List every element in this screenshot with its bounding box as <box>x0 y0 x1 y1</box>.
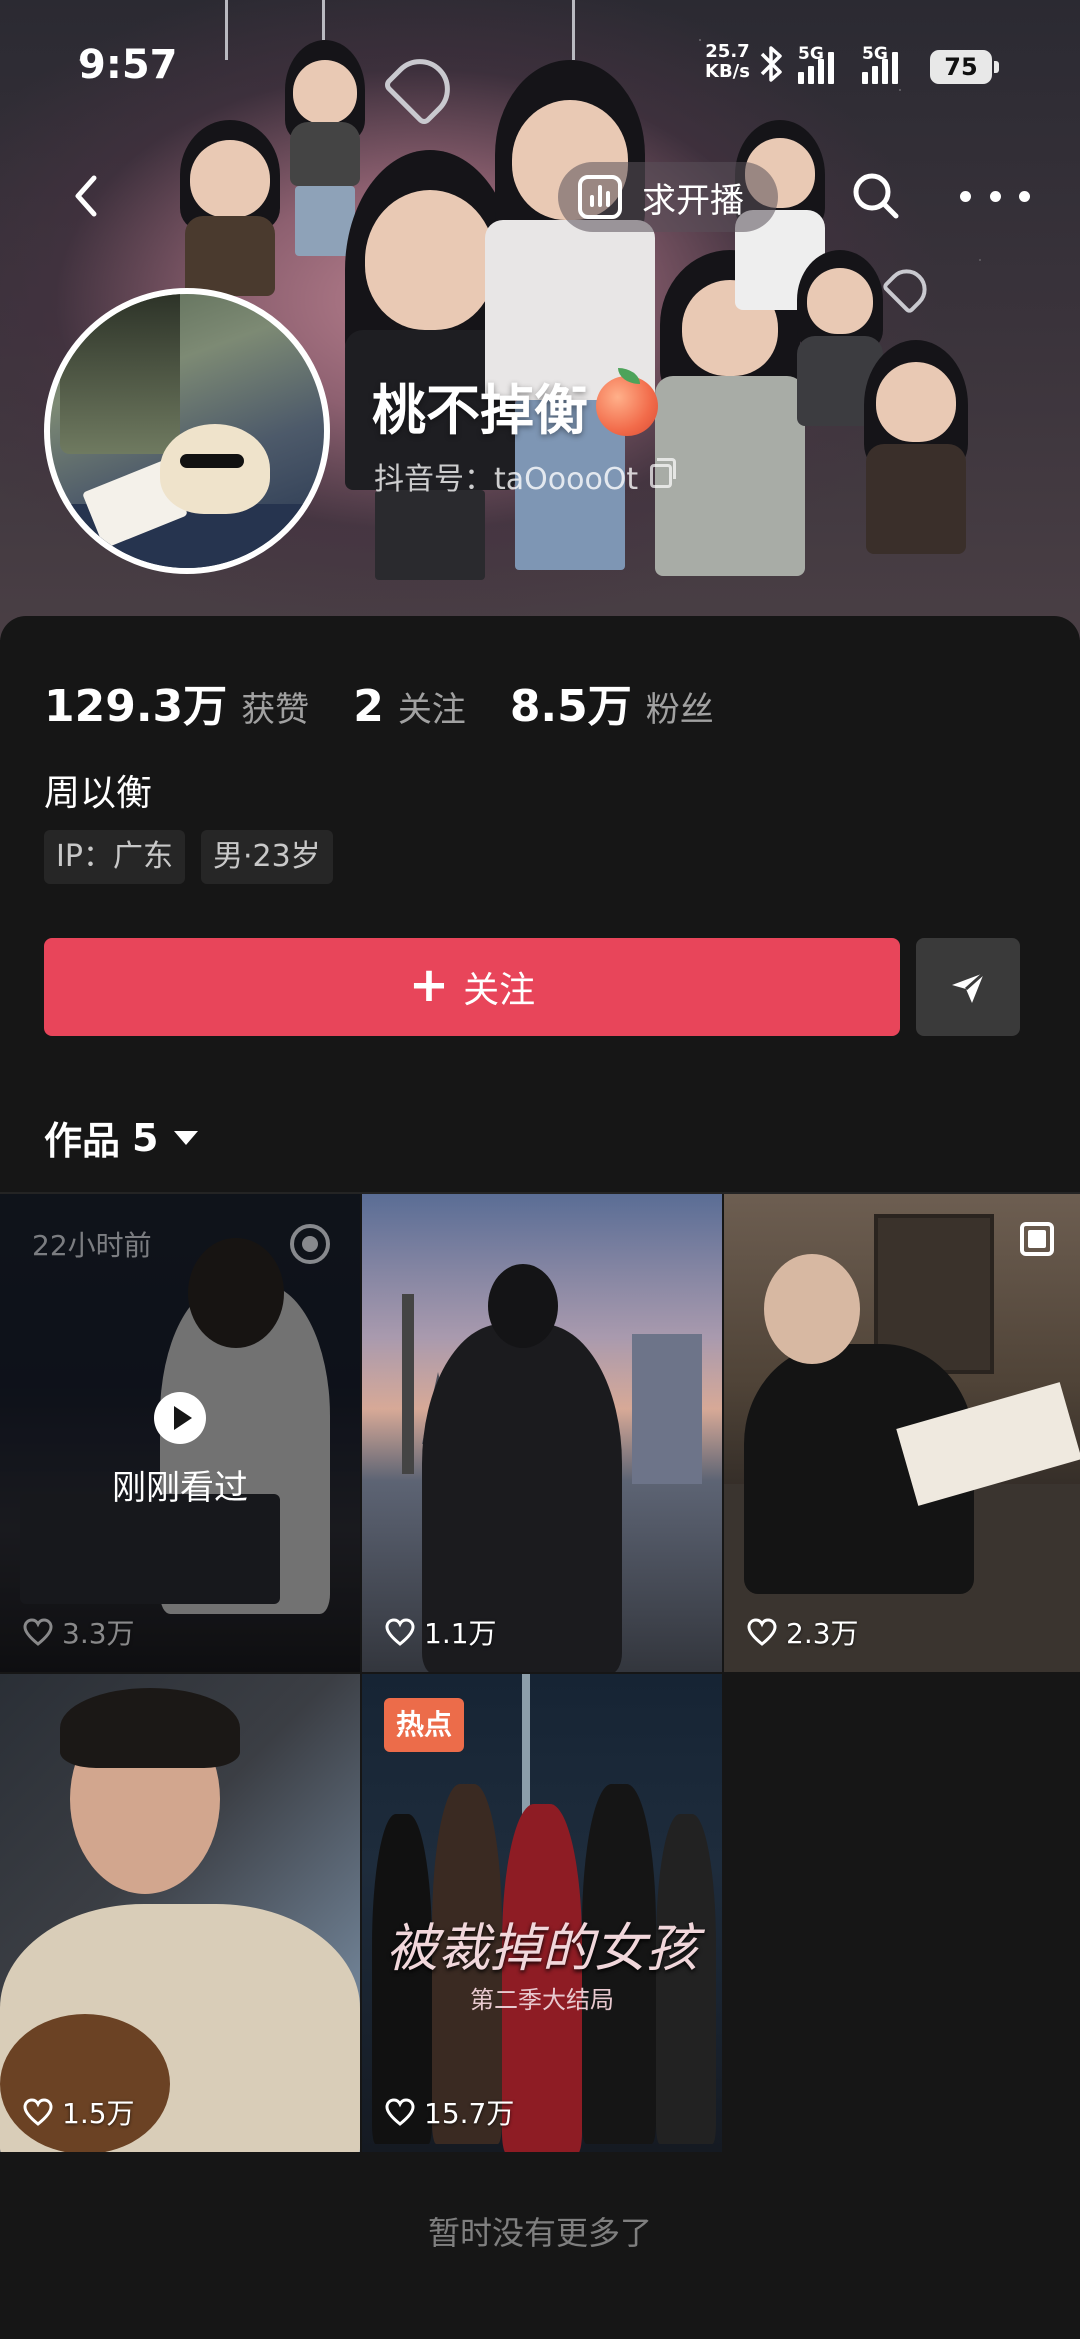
followers-count[interactable]: 8.5万 <box>510 670 632 734</box>
signal-icon: 5G <box>798 44 834 84</box>
video-item[interactable]: 1.1万 <box>362 1194 722 1672</box>
search-icon <box>853 173 899 219</box>
doll-keychain <box>856 340 976 580</box>
time-ago: 22小时前 <box>32 1229 152 1262</box>
peach-emoji-icon <box>596 367 658 436</box>
profile-screen: 9:57 25.7 KB/s 5G 5G 75 求开播 桃不掉衡 抖音号：taO… <box>0 0 1080 2339</box>
send-icon <box>952 971 985 1003</box>
search-button[interactable] <box>846 166 906 226</box>
ip-location-tag: IP：广东 <box>44 830 185 884</box>
following-label[interactable]: 关注 <box>398 682 466 731</box>
follow-button[interactable]: + 关注 <box>44 938 900 1036</box>
doll-keychain <box>480 60 660 580</box>
end-of-list-text: 暂时没有更多了 <box>427 2214 652 2252</box>
live-indicator-icon <box>290 1224 330 1264</box>
network-speed: 25.7 KB/s <box>705 41 750 82</box>
request-live-button[interactable]: 求开播 <box>558 162 778 232</box>
poster-subtitle: 第二季大结局 <box>470 1986 614 2014</box>
video-item[interactable]: 22小时前 刚刚看过 3.3万 <box>0 1194 360 1672</box>
multi-image-icon <box>1020 1222 1054 1256</box>
plus-icon: + <box>408 957 450 1013</box>
heart-icon <box>23 2098 53 2126</box>
likes-count: 129.3万 <box>44 681 228 732</box>
followers-label[interactable]: 粉丝 <box>646 682 714 731</box>
status-bar: 9:57 25.7 KB/s 5G 5G 75 <box>0 0 1080 130</box>
profile-stats: 129.3万 获赞 2 关注 8.5万 粉丝 <box>44 670 758 734</box>
douyin-id[interactable]: 抖音号：taOoooOt <box>374 454 677 498</box>
share-button[interactable] <box>916 938 1020 1036</box>
poster-title: 被裁掉的女孩 <box>385 1919 698 1979</box>
likes-label: 获赞 <box>241 690 310 730</box>
heart-icon <box>385 2098 415 2126</box>
recently-watched-label: 刚刚看过 <box>112 1468 248 1508</box>
battery-icon: 75 <box>930 50 999 84</box>
tab-works[interactable]: 作品 5 <box>44 1110 199 1165</box>
bluetooth-icon <box>758 44 786 93</box>
profile-tags: IP：广东 男·23岁 <box>44 830 333 884</box>
video-item[interactable]: 1.5万 <box>0 1674 360 2152</box>
video-item[interactable]: 热点 被裁掉的女孩 第二季大结局 15.7万 <box>362 1674 722 2152</box>
heart-icon <box>385 1618 415 1646</box>
like-count: 1.1万 <box>384 1612 497 1652</box>
more-options-button[interactable] <box>960 166 1030 226</box>
heart-icon <box>747 1618 777 1646</box>
caret-down-icon[interactable] <box>174 1130 199 1145</box>
following-count[interactable]: 2 <box>353 681 384 732</box>
hot-badge: 热点 <box>384 1698 465 1752</box>
play-icon <box>154 1392 206 1444</box>
bio-text: 周以衡 <box>44 773 153 814</box>
like-count: 2.3万 <box>746 1612 859 1652</box>
like-count: 1.5万 <box>22 2092 135 2132</box>
like-count: 3.3万 <box>22 1612 135 1652</box>
profile-banner[interactable]: 9:57 25.7 KB/s 5G 5G 75 求开播 桃不掉衡 抖音号：taO… <box>0 0 1080 640</box>
status-time: 9:57 <box>78 42 178 88</box>
gender-age-tag: 男·23岁 <box>200 830 333 884</box>
avatar[interactable] <box>44 288 330 574</box>
chevron-left-icon <box>75 175 97 217</box>
profile-panel: 129.3万 获赞 2 关注 8.5万 粉丝 周以衡 IP：广东 男·23岁 +… <box>0 616 1080 2339</box>
live-chart-icon <box>578 175 622 219</box>
nickname: 桃不掉衡 <box>372 366 658 445</box>
back-button[interactable] <box>58 166 118 226</box>
copy-icon[interactable] <box>650 458 677 488</box>
signal-icon: 5G <box>862 44 898 84</box>
heart-icon <box>23 1618 53 1646</box>
more-dots-icon <box>960 190 971 202</box>
video-item[interactable]: 2.3万 <box>724 1194 1080 1672</box>
like-count: 15.7万 <box>384 2092 514 2132</box>
